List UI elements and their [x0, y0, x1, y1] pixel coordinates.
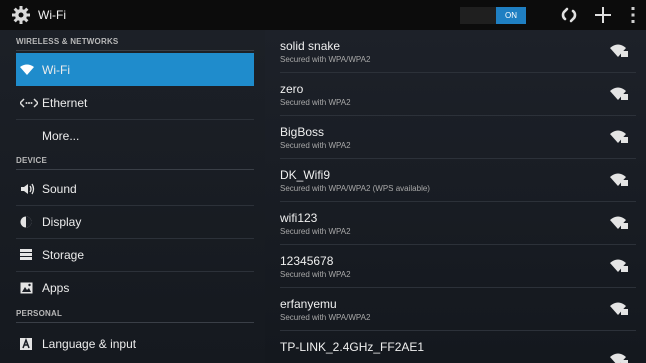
app-title: Wi-Fi — [38, 8, 66, 22]
network-ssid: zero — [280, 82, 304, 96]
sidebar-item-more[interactable]: More... — [16, 119, 254, 152]
network-item[interactable]: TP-LINK_2.4GHz_FF2AE1 — [280, 331, 636, 363]
sidebar-item-ethernet[interactable]: Ethernet — [16, 86, 254, 119]
sidebar-item-label: Display — [42, 214, 82, 229]
sidebar-item-label: More... — [42, 128, 80, 143]
add-network-icon[interactable] — [586, 0, 620, 30]
wifi-signal-locked-icon — [610, 353, 628, 363]
network-item[interactable]: zero Secured with WPA2 — [280, 73, 636, 116]
section-header-personal: PERSONAL — [16, 309, 254, 323]
network-ssid: 12345678 — [280, 254, 334, 268]
network-security: Secured with WPA2 — [280, 98, 351, 107]
section-header-wireless: WIRELESS & NETWORKS — [16, 37, 254, 51]
sidebar-item-apps[interactable]: Apps — [16, 271, 254, 304]
network-item[interactable]: solid snake Secured with WPA/WPA2 — [280, 30, 636, 73]
network-ssid: wifi123 — [280, 211, 318, 225]
settings-sidebar: WIRELESS & NETWORKS Wi-Fi Ethernet More.… — [0, 30, 265, 363]
sidebar-item-sound[interactable]: Sound — [16, 172, 254, 205]
ethernet-icon — [16, 97, 42, 108]
network-ssid: solid snake — [280, 39, 341, 53]
section-header-device: DEVICE — [16, 156, 254, 170]
network-security: Secured with WPA/WPA2 — [280, 313, 371, 322]
storage-icon — [16, 249, 42, 260]
network-ssid: DK_Wifi9 — [280, 168, 331, 182]
sidebar-item-storage[interactable]: Storage — [16, 238, 254, 271]
network-item[interactable]: DK_Wifi9 Secured with WPA/WPA2 (WPS avai… — [280, 159, 636, 202]
wifi-icon — [16, 64, 42, 75]
language-keyboard-icon — [16, 337, 42, 350]
sidebar-item-language[interactable]: Language & input — [16, 327, 254, 360]
wifi-signal-locked-icon — [610, 216, 628, 229]
sidebar-item-display[interactable]: Display — [16, 205, 254, 238]
speaker-icon — [16, 183, 42, 195]
overflow-menu-icon[interactable] — [620, 0, 646, 30]
network-ssid: TP-LINK_2.4GHz_FF2AE1 — [280, 340, 425, 354]
apps-icon — [16, 282, 42, 294]
network-ssid: BigBoss — [280, 125, 325, 139]
wifi-signal-locked-icon — [610, 259, 628, 272]
network-security: Secured with WPA/WPA2 — [280, 55, 371, 64]
sidebar-item-label: Storage — [42, 247, 85, 262]
sidebar-item-label: Wi-Fi — [42, 62, 70, 77]
sidebar-item-label: Ethernet — [42, 95, 88, 110]
network-security: Secured with WPA/WPA2 (WPS available) — [280, 184, 430, 193]
sidebar-item-wifi[interactable]: Wi-Fi — [16, 53, 254, 86]
network-item[interactable]: 12345678 Secured with WPA2 — [280, 245, 636, 288]
network-item[interactable]: erfanyemu Secured with WPA/WPA2 — [280, 288, 636, 331]
sidebar-item-label: Language & input — [42, 336, 137, 351]
network-item[interactable]: BigBoss Secured with WPA2 — [280, 116, 636, 159]
network-security: Secured with WPA2 — [280, 270, 351, 279]
wps-icon[interactable] — [552, 0, 586, 30]
network-security: Secured with WPA2 — [280, 227, 351, 236]
display-brightness-icon — [16, 216, 42, 228]
settings-gear-icon[interactable] — [6, 0, 36, 30]
network-ssid: erfanyemu — [280, 297, 337, 311]
wifi-toggle[interactable]: ON — [460, 6, 526, 24]
action-bar: Wi-Fi ON — [0, 0, 646, 30]
wifi-signal-locked-icon — [610, 173, 628, 186]
sidebar-item-label: Sound — [42, 181, 77, 196]
wifi-signal-locked-icon — [610, 44, 628, 57]
wifi-signal-locked-icon — [610, 87, 628, 100]
network-security: Secured with WPA2 — [280, 141, 351, 150]
network-item[interactable]: wifi123 Secured with WPA2 — [280, 202, 636, 245]
sidebar-item-label: Apps — [42, 280, 70, 295]
wifi-network-list: solid snake Secured with WPA/WPA2 zero S… — [265, 30, 646, 363]
toggle-on-label: ON — [496, 6, 526, 24]
wifi-signal-locked-icon — [610, 302, 628, 315]
wifi-signal-locked-icon — [610, 130, 628, 143]
